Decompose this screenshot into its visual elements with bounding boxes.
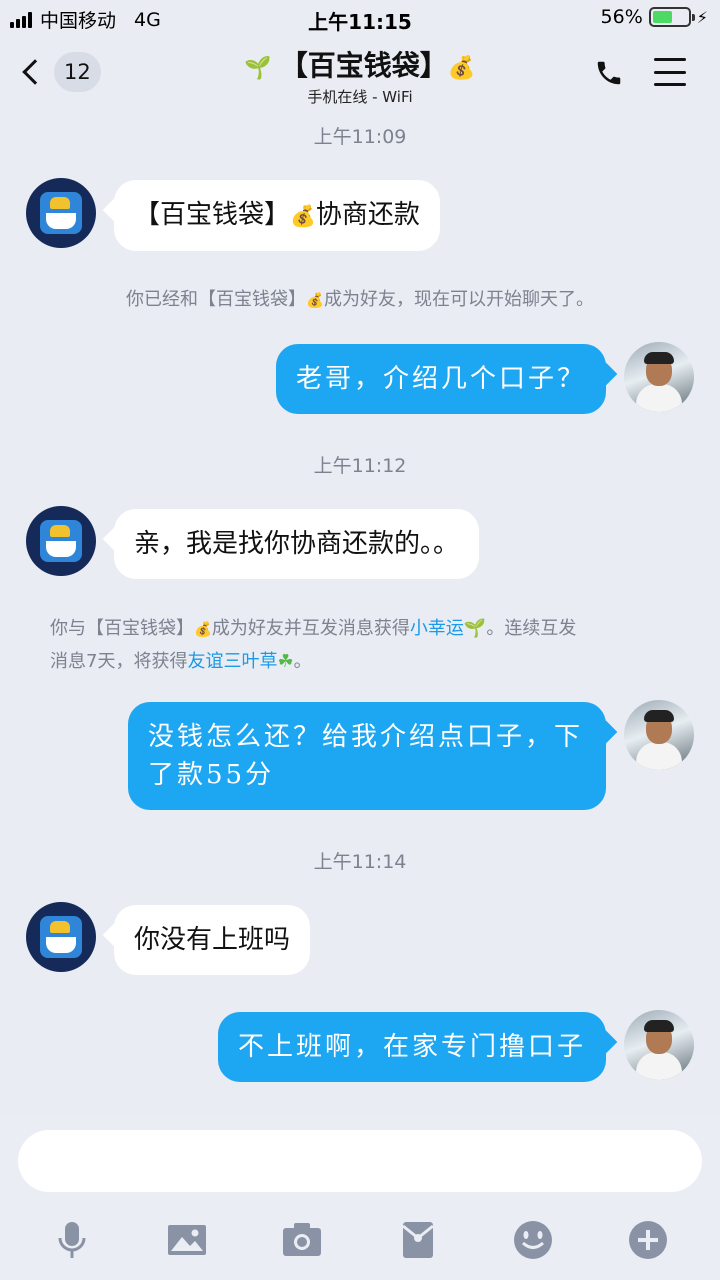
clover-link[interactable]: 友谊三叶草	[187, 651, 277, 672]
outgoing-message[interactable]: 没钱怎么还？给我介绍点口子，下 了款55分	[128, 702, 606, 810]
system-text: 。	[293, 651, 312, 672]
nav-bar: 12 🌱 【百宝钱袋】💰 手机在线 - WiFi	[0, 36, 720, 112]
system-text: 你已经和【百宝钱袋】	[126, 289, 307, 310]
system-text: 你与【百宝钱袋】	[50, 618, 194, 639]
user-avatar[interactable]	[624, 1010, 694, 1080]
lucky-link[interactable]: 小幸运	[410, 618, 464, 639]
microphone-icon[interactable]	[50, 1218, 94, 1262]
bot-avatar[interactable]	[26, 506, 96, 576]
phone-icon[interactable]	[594, 58, 624, 88]
system-text: 消息7天，将获得	[50, 651, 188, 672]
message-text: 老哥，介绍几个口子？	[295, 364, 586, 394]
sprout-icon: 🌱	[463, 618, 487, 639]
message-input[interactable]	[18, 1130, 702, 1192]
clover-icon: ☘	[277, 651, 294, 672]
input-panel	[0, 1116, 720, 1280]
input-toolbar	[0, 1210, 720, 1270]
red-packet-icon[interactable]	[396, 1218, 440, 1262]
message-text: 不上班啊，在家专门撸口子	[237, 1032, 586, 1062]
online-status: 手机在线 - WiFi	[307, 88, 413, 106]
system-text: 。连续互发	[486, 618, 577, 639]
incoming-message[interactable]: 亲，我是找你协商还款的。。	[114, 509, 480, 579]
user-avatar[interactable]	[624, 700, 694, 770]
sprout-icon: 🌱	[244, 56, 272, 81]
menu-icon[interactable]	[654, 58, 686, 86]
message-text: 没钱怎么还？给我介绍点口子，下	[148, 722, 584, 752]
chat-title-text: 【百宝钱袋】	[279, 49, 448, 82]
money-bag-icon: 💰	[447, 55, 476, 81]
message-text: 了款55分	[148, 760, 275, 790]
money-bag-icon: 💰	[306, 293, 324, 309]
camera-icon[interactable]	[280, 1218, 324, 1262]
battery-percent: 56%	[600, 6, 643, 28]
user-avatar[interactable]	[624, 342, 694, 412]
status-bar: 中国移动 4G 上午11:15 56% ⚡	[0, 0, 720, 36]
plus-icon[interactable]	[626, 1218, 670, 1262]
system-message: 你已经和【百宝钱袋】💰成为好友，现在可以开始聊天了。	[0, 284, 720, 317]
incoming-message[interactable]: 你没有上班吗	[114, 905, 311, 975]
battery-icon	[648, 7, 695, 27]
bot-avatar[interactable]	[26, 902, 96, 972]
message-text: 【百宝钱袋】	[134, 200, 291, 230]
timestamp: 上午11:09	[313, 126, 407, 148]
message-text: 亲，我是找你协商还款的。。	[134, 529, 460, 559]
system-text: 成为好友，现在可以开始聊天了。	[323, 289, 594, 310]
bot-avatar[interactable]	[26, 178, 96, 248]
emoji-icon[interactable]	[511, 1218, 555, 1262]
incoming-message[interactable]: 【百宝钱袋】💰协商还款	[114, 180, 440, 251]
timestamp: 上午11:14	[313, 851, 407, 873]
system-message: 你与【百宝钱袋】💰成为好友并互发消息获得小幸运🌱。连续互发 消息7天，将获得友谊…	[50, 613, 690, 678]
money-bag-icon: 💰	[194, 622, 212, 638]
image-icon[interactable]	[165, 1218, 209, 1262]
system-text: 成为好友并互发消息获得	[211, 618, 410, 639]
timestamp: 上午11:12	[313, 455, 407, 477]
message-text: 协商还款	[315, 200, 420, 230]
money-bag-icon: 💰	[290, 204, 316, 228]
outgoing-message[interactable]: 老哥，介绍几个口子？	[275, 344, 606, 414]
message-text: 你没有上班吗	[134, 925, 291, 955]
charging-icon: ⚡	[696, 7, 708, 27]
outgoing-message[interactable]: 不上班啊，在家专门撸口子	[217, 1012, 606, 1082]
